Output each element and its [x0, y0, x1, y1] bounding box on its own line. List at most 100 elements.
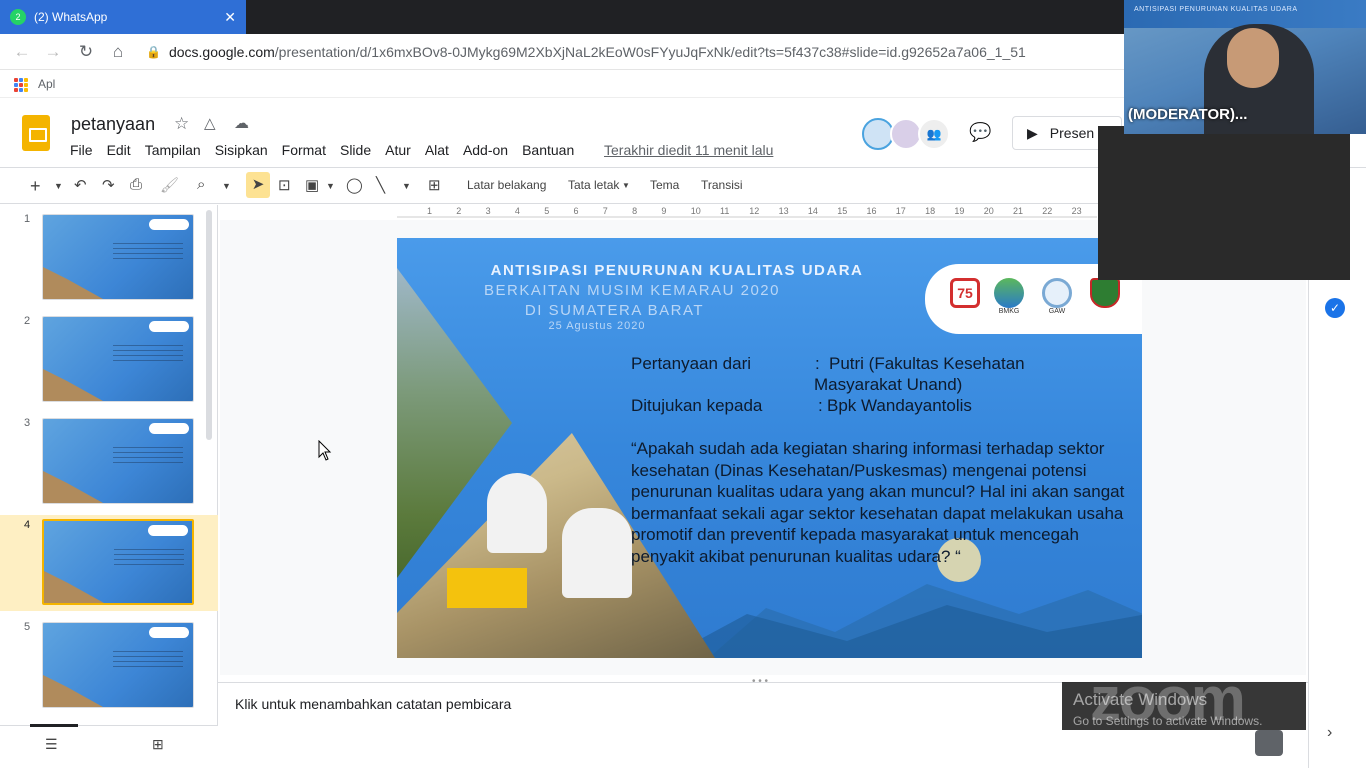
- address-bar[interactable]: 🔒 docs.google.com/presentation/d/1x6mxBO…: [146, 42, 1106, 62]
- move-to-drive-icon[interactable]: △: [204, 114, 216, 132]
- zoom-video-placeholder: [1098, 126, 1350, 280]
- forward-icon[interactable]: →: [43, 42, 63, 62]
- menu-format[interactable]: Format: [282, 142, 326, 158]
- question-from-value: Putri (Fakultas Kesehatan: [829, 354, 1025, 373]
- menu-bar: File Edit Tampilan Sisipkan Format Slide…: [70, 142, 588, 158]
- grid-view-icon[interactable]: ⊞: [152, 736, 164, 753]
- apps-grid-icon[interactable]: [14, 78, 28, 92]
- ruler-tick-label: 17: [895, 206, 906, 216]
- cloud-saved-icon: ☁: [234, 115, 249, 132]
- reload-icon[interactable]: ↻: [76, 42, 96, 62]
- ruler-tick-label: 9: [661, 206, 667, 216]
- background-button[interactable]: Latar belakang: [467, 178, 546, 192]
- line-icon[interactable]: ╲: [376, 176, 385, 194]
- question-to-label: Ditujukan kepada: [631, 396, 763, 415]
- slide-number: 5: [24, 621, 31, 633]
- slide-thumbnail[interactable]: [42, 418, 194, 504]
- text-box-icon[interactable]: ⊡: [278, 176, 291, 194]
- question-from-value-cont: Masyarakat Unand): [814, 375, 963, 394]
- gaw-logo-icon: GAW: [1041, 278, 1073, 316]
- ruler-tick-label: 12: [749, 206, 760, 216]
- select-cursor-icon[interactable]: ➤: [246, 172, 270, 198]
- menu-edit[interactable]: Edit: [107, 142, 131, 158]
- bmkg-logo-icon: BMKG: [993, 278, 1025, 316]
- gaw-logo-label: GAW: [1048, 308, 1066, 315]
- google-slides-logo-icon[interactable]: [22, 115, 50, 151]
- tasks-check-icon[interactable]: ✓: [1325, 298, 1345, 318]
- speaker-notes-placeholder[interactable]: Klik untuk menambahkan catatan pembicara: [235, 696, 511, 712]
- line-dropdown-icon[interactable]: ▼: [402, 181, 411, 191]
- slide-thumbnail[interactable]: [42, 622, 194, 708]
- home-icon[interactable]: ⌂: [108, 42, 128, 62]
- ruler-labels: 1 2 3 4 5 6 7 8 9 10 11 12 13 14 15 16 17 18 19 20 21 22 23: [397, 206, 1097, 218]
- layout-button[interactable]: Tata letak: [568, 178, 619, 192]
- notes-resize-handle[interactable]: • • •: [752, 676, 768, 687]
- zoom-banner-text: ANTISIPASI PENURUNAN KUALITAS UDARA: [1134, 6, 1298, 13]
- filmstrip-scrollbar[interactable]: [206, 210, 212, 440]
- slide-title-line3: DI SUMATERA BARAT: [524, 302, 705, 319]
- new-slide-dropdown-icon[interactable]: ▼: [54, 181, 63, 191]
- menu-view[interactable]: Tampilan: [145, 142, 201, 158]
- zoom-dropdown-icon[interactable]: ▼: [222, 181, 231, 191]
- menu-slide[interactable]: Slide: [340, 142, 371, 158]
- image-dropdown-icon[interactable]: ▼: [326, 181, 335, 191]
- print-icon[interactable]: ⎙: [130, 176, 142, 193]
- ruler-tick-label: 5: [544, 206, 550, 216]
- zoom-icon[interactable]: ⌕: [197, 176, 205, 193]
- bmkg-logo-label: BMKG: [998, 308, 1020, 315]
- comment-icon[interactable]: 💬: [969, 122, 991, 143]
- zoom-participant-name: (MODERATOR)...: [1128, 106, 1248, 123]
- ruler-tick-label: 13: [778, 206, 789, 216]
- menu-insert[interactable]: Sisipkan: [215, 142, 268, 158]
- apps-bookmark-label[interactable]: Apl: [38, 77, 55, 91]
- theme-button[interactable]: Tema: [650, 178, 679, 192]
- present-label: Presen: [1049, 125, 1095, 141]
- zoom-participant-video[interactable]: ANTISIPASI PENURUNAN KUALITAS UDARA (MOD…: [1124, 0, 1366, 134]
- menu-tools[interactable]: Alat: [425, 142, 449, 158]
- current-slide[interactable]: ANTISIPASI PENURUNAN KUALITAS UDARA BERK…: [397, 238, 1142, 658]
- menu-help[interactable]: Bantuan: [522, 142, 574, 158]
- ruler-tick-label: 22: [1042, 206, 1053, 216]
- ruler-tick-label: 2: [456, 206, 462, 216]
- undo-icon[interactable]: ↶: [74, 176, 87, 194]
- slide-title-line1: ANTISIPASI PENURUNAN KUALITAS UDARA: [490, 262, 864, 279]
- activate-windows-subtitle: Go to Settings to activate Windows.: [1073, 714, 1263, 728]
- question-to-value: Bpk Wandayantolis: [827, 396, 972, 415]
- new-slide-icon[interactable]: +: [30, 176, 41, 197]
- filmstrip-footer: ☰ ⊞: [0, 724, 218, 765]
- slide-number: 2: [24, 315, 31, 327]
- browser-tab-title: (2) WhatsApp: [34, 10, 108, 24]
- document-title[interactable]: petanyaan: [71, 114, 155, 135]
- menu-arrange[interactable]: Atur: [385, 142, 411, 158]
- shape-icon[interactable]: ◯: [346, 176, 363, 194]
- slide-thumbnail[interactable]: [42, 316, 194, 402]
- back-icon[interactable]: ←: [12, 42, 32, 62]
- paint-format-icon[interactable]: 🖌: [160, 176, 179, 194]
- sumbar-province-logo-icon: [1089, 278, 1121, 316]
- redo-icon[interactable]: ↷: [102, 176, 115, 194]
- ruler-tick-label: 11: [720, 206, 730, 216]
- last-edit-link[interactable]: Terakhir diedit 11 menit lalu: [604, 142, 773, 158]
- menu-addons[interactable]: Add-on: [463, 142, 508, 158]
- slide-number: 1: [24, 213, 31, 225]
- layout-dropdown-icon[interactable]: ▼: [622, 181, 630, 190]
- slide-person-graphic: [562, 508, 632, 598]
- ruler-tick-label: 4: [514, 206, 520, 216]
- add-comment-icon[interactable]: ⊞: [428, 176, 441, 194]
- browser-tab[interactable]: 2 (2) WhatsApp ✕: [0, 0, 246, 34]
- editor-toolbar: + ▼ ↶ ↷ ⎙ 🖌 ⌕ ▼ ➤ ⊡ ▣ ▼ ◯ ╲ ▼ ⊞ Latar be…: [0, 168, 1100, 204]
- image-icon[interactable]: ▣: [305, 176, 319, 194]
- ruler-tick-label: 3: [485, 206, 491, 216]
- explore-button[interactable]: [1255, 730, 1283, 756]
- menu-file[interactable]: File: [70, 142, 93, 158]
- ruler-tick-label: 7: [602, 206, 608, 216]
- lock-icon: 🔒: [146, 45, 161, 59]
- chevron-right-icon[interactable]: ›: [1327, 724, 1332, 742]
- close-tab-icon[interactable]: ✕: [224, 9, 236, 26]
- transition-button[interactable]: Transisi: [701, 178, 743, 192]
- collaborator-avatar[interactable]: 👥: [918, 118, 950, 150]
- filmstrip-view-icon[interactable]: ☰: [45, 736, 58, 753]
- slide-thumbnail-selected[interactable]: [42, 519, 194, 605]
- slide-thumbnail[interactable]: [42, 214, 194, 300]
- star-icon[interactable]: ☆: [174, 114, 189, 134]
